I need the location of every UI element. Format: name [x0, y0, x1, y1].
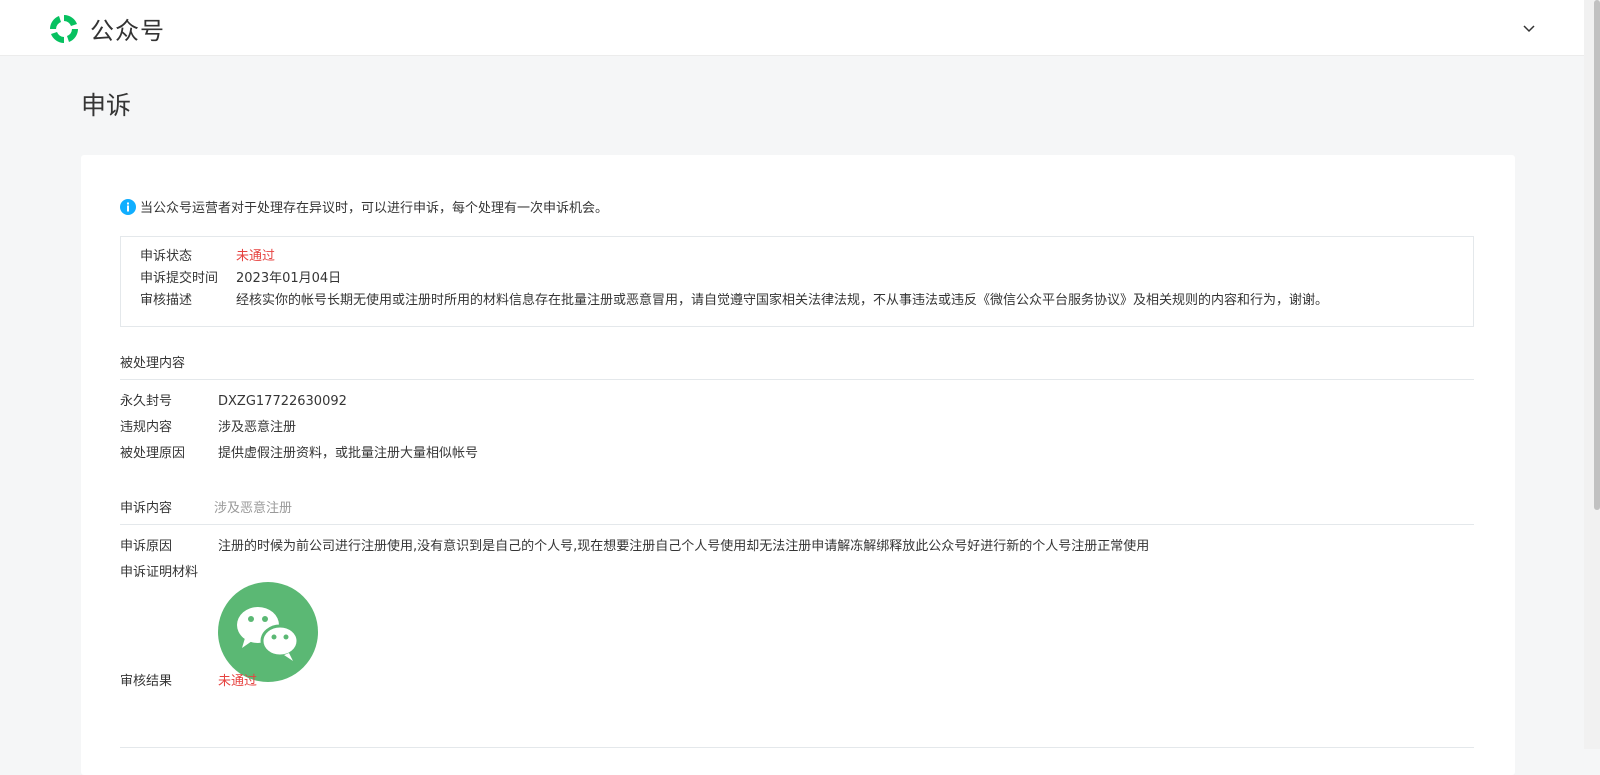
status-row: 申诉状态 未通过 [140, 246, 1473, 268]
violation-row: 违规内容 涉及恶意注册 [120, 415, 296, 441]
ban-row: 永久封号 DXZG17722630092 [120, 389, 347, 415]
top-bar: 公众号 [0, 0, 1584, 56]
reason-row: 被处理原因 提供虚假注册资料，或批量注册大量相似帐号 [120, 441, 478, 467]
info-icon [120, 198, 136, 215]
status-label: 申诉状态 [140, 249, 193, 264]
review-desc-label: 审核描述 [140, 293, 193, 308]
wechat-official-account-logo-icon [50, 14, 78, 43]
result-value: 未通过 [218, 674, 258, 689]
result-row: 审核结果 未通过 [120, 669, 257, 695]
ban-label: 永久封号 [120, 394, 173, 409]
appeal-reason-value: 注册的时候为前公司进行注册使用,没有意识到是自己的个人号,现在想要注册自己个人号… [218, 539, 1150, 554]
scrollbar-thumb[interactable] [1594, 0, 1600, 510]
appeal-reason-row: 申诉原因 注册的时候为前公司进行注册使用,没有意识到是自己的个人号,现在想要注册… [120, 534, 1149, 560]
review-desc-row: 审核描述 经核实你的帐号长期无使用或注册时所用的材料信息存在批量注册或恶意冒用，… [140, 290, 1473, 312]
handled-title: 被处理内容 [120, 356, 186, 371]
result-label: 审核结果 [120, 674, 173, 689]
ban-value: DXZG17722630092 [218, 394, 347, 409]
proof-label: 申诉证明材料 [120, 565, 199, 580]
app-name: 公众号 [90, 17, 165, 45]
reason-value: 提供虚假注册资料，或批量注册大量相似帐号 [218, 446, 479, 461]
wechat-icon[interactable] [218, 582, 318, 682]
violation-label: 违规内容 [120, 420, 173, 435]
handled-section-title: 被处理内容 [120, 352, 1474, 380]
page-title: 申诉 [81, 91, 132, 120]
appeal-section-title: 申诉内容 涉及恶意注册 [120, 497, 1474, 525]
proof-row: 申诉证明材料 [120, 560, 218, 586]
submit-time-row: 申诉提交时间 2023年01月04日 [140, 268, 1473, 290]
submit-time-value: 2023年01月04日 [236, 271, 342, 286]
reason-label: 被处理原因 [120, 446, 186, 461]
appeal-subtitle: 涉及恶意注册 [214, 501, 293, 516]
status-box: 申诉状态 未通过 申诉提交时间 2023年01月04日 审核描述 经核实你的帐号… [120, 236, 1474, 327]
violation-value: 涉及恶意注册 [218, 420, 297, 435]
chevron-down-icon[interactable] [1521, 20, 1537, 36]
divider [120, 747, 1474, 748]
status-value: 未通过 [236, 249, 276, 264]
notice: 当公众号运营者对于处理存在异议时，可以进行申诉，每个处理有一次申诉机会。 [120, 197, 608, 216]
submit-time-label: 申诉提交时间 [140, 271, 219, 286]
appeal-title: 申诉内容 [120, 501, 173, 516]
review-desc-value: 经核实你的帐号长期无使用或注册时所用的材料信息存在批量注册或恶意冒用，请自觉遵守… [236, 293, 1329, 308]
appeal-reason-label: 申诉原因 [120, 539, 173, 554]
brand[interactable]: 公众号 [47, 11, 165, 46]
notice-text: 当公众号运营者对于处理存在异议时，可以进行申诉，每个处理有一次申诉机会。 [140, 201, 609, 216]
appeal-card: 当公众号运营者对于处理存在异议时，可以进行申诉，每个处理有一次申诉机会。 申诉状… [81, 155, 1515, 775]
